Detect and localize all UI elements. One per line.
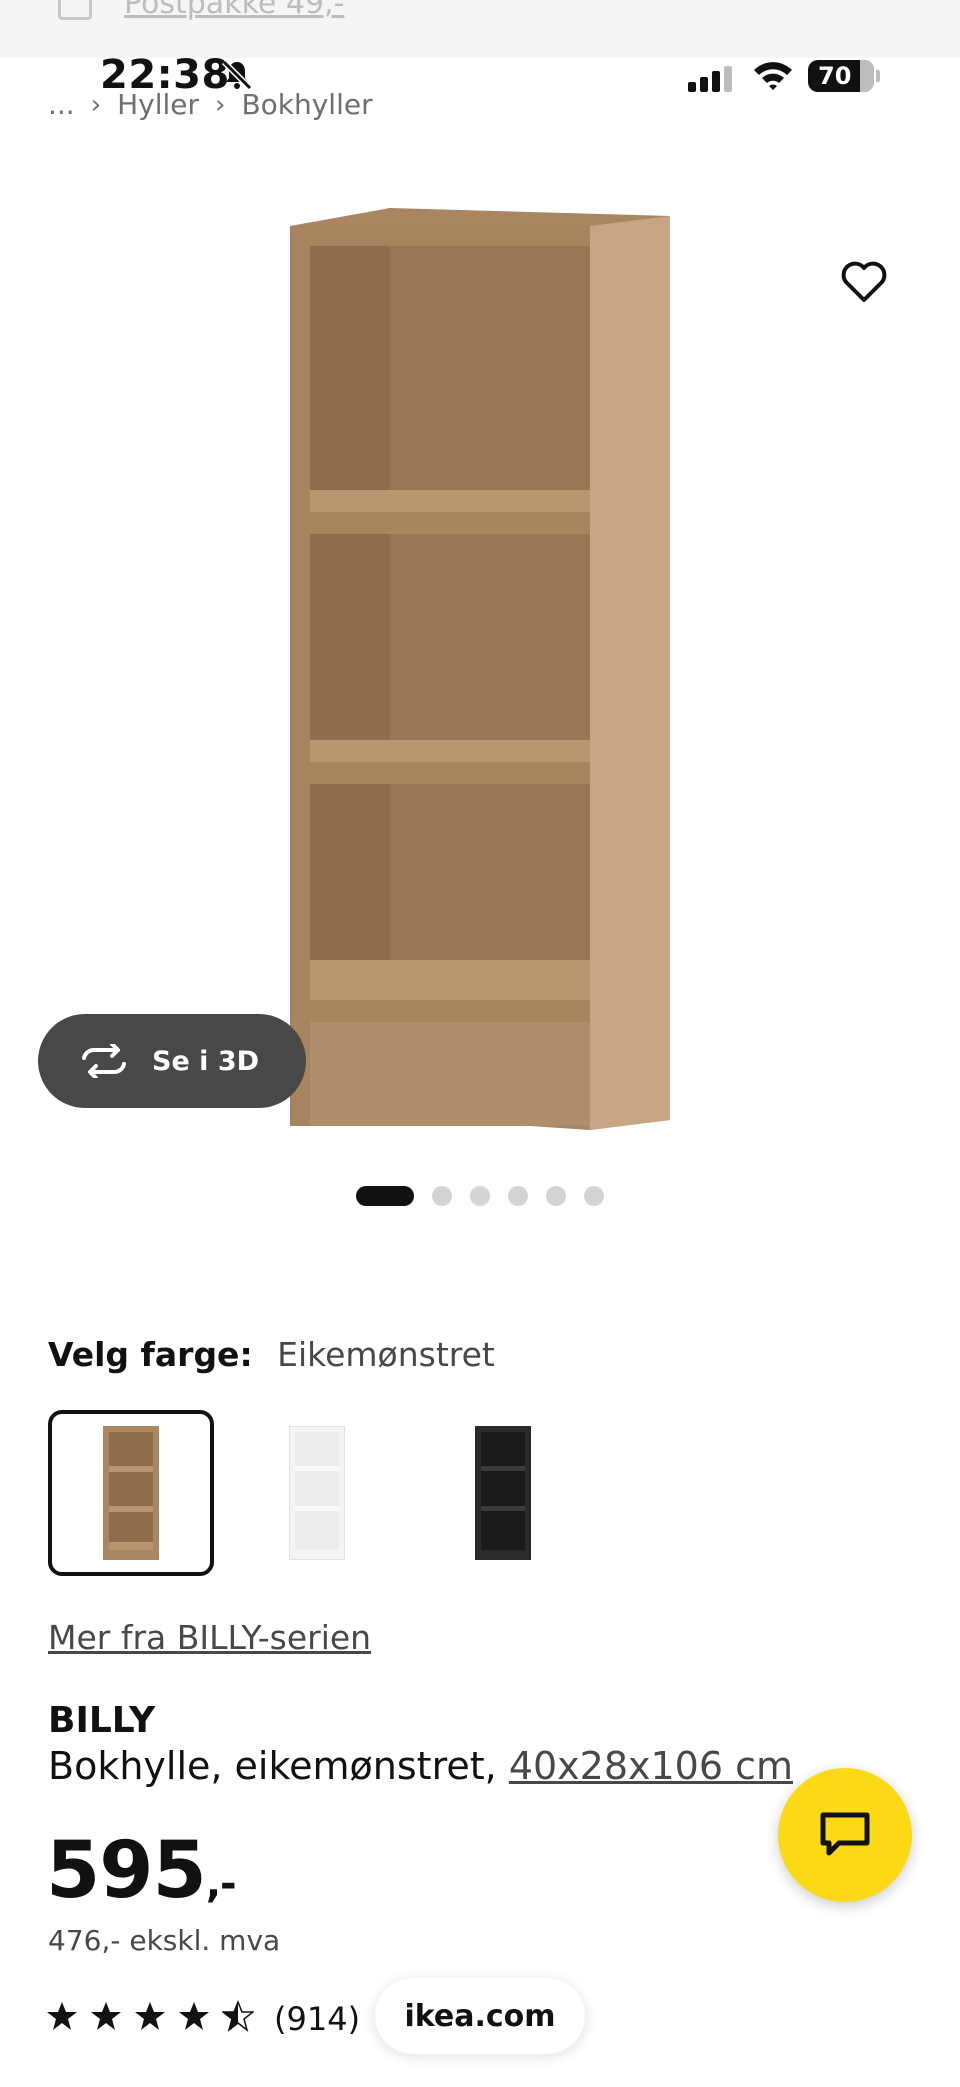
chat-bubble-icon: [820, 1812, 870, 1856]
product-description: Bokhylle, eikemønstret, 40x28x106 cm: [48, 1744, 793, 1788]
product-dimensions-link[interactable]: 40x28x106 cm: [509, 1744, 793, 1788]
white-bookcase-thumbnail: [289, 1426, 345, 1560]
url-domain: ikea.com: [404, 1998, 556, 2034]
product-price: 595,-: [46, 1826, 237, 1916]
color-swatch-oak[interactable]: [48, 1410, 214, 1576]
series-link[interactable]: Mer fra BILLY-serien: [48, 1618, 371, 1657]
pagination-dot[interactable]: [546, 1186, 566, 1206]
price-value: 595: [46, 1826, 207, 1916]
color-swatch-black[interactable]: [420, 1410, 586, 1576]
review-count[interactable]: (914): [274, 2000, 360, 2038]
chevron-right-icon: ›: [215, 89, 226, 120]
product-type: Bokhylle, eikemønstret,: [48, 1744, 497, 1788]
breadcrumb-ellipsis[interactable]: ...: [48, 88, 75, 121]
price-ex-vat: 476,- ekskl. mva: [48, 1924, 281, 1957]
image-pagination: [356, 1186, 604, 1206]
breadcrumb-item-hyller[interactable]: Hyller: [117, 88, 199, 121]
package-icon: [58, 0, 92, 20]
color-swatch-white[interactable]: [234, 1410, 400, 1576]
view-3d-button[interactable]: Se i 3D: [38, 1014, 306, 1108]
chat-button[interactable]: [778, 1768, 912, 1902]
favorite-heart-icon[interactable]: [838, 256, 890, 308]
breadcrumb: ... › Hyller › Bokhyller: [48, 88, 373, 121]
pagination-dot[interactable]: [432, 1186, 452, 1206]
oak-bookcase-thumbnail: [103, 1426, 159, 1560]
star-icon: [47, 2002, 77, 2030]
pagination-dot[interactable]: [356, 1186, 414, 1206]
delivery-banner-text[interactable]: Postpakke 49,-: [124, 0, 344, 21]
battery-level: 70: [818, 62, 852, 90]
product-image[interactable]: [280, 200, 700, 1140]
selected-color-name: Eikemønstret: [277, 1335, 495, 1374]
half-star-icon: [222, 2000, 254, 2032]
signal-icon: [688, 66, 732, 92]
pagination-dot[interactable]: [584, 1186, 604, 1206]
battery-indicator: 70: [808, 60, 880, 92]
rotate-3d-icon: [82, 1044, 126, 1078]
delivery-banner: Postpakke 49,-: [0, 0, 960, 58]
product-name: BILLY: [48, 1700, 156, 1741]
price-suffix: ,-: [205, 1861, 237, 1907]
breadcrumb-item-bokhyller[interactable]: Bokhyller: [241, 88, 372, 121]
pagination-dot[interactable]: [508, 1186, 528, 1206]
color-selector-heading: Velg farge: Eikemønstret: [48, 1335, 495, 1374]
wifi-icon: [754, 62, 792, 90]
black-bookcase-thumbnail: [475, 1426, 531, 1560]
star-icon: [179, 2002, 209, 2030]
star-icon: [91, 2002, 121, 2030]
star-icon: [135, 2002, 165, 2030]
color-label: Velg farge:: [48, 1335, 253, 1374]
view-3d-label: Se i 3D: [152, 1045, 260, 1077]
chevron-right-icon: ›: [90, 89, 102, 120]
pagination-dot[interactable]: [470, 1186, 490, 1206]
silent-bell-icon: [221, 59, 253, 91]
url-bar[interactable]: ikea.com: [375, 1978, 585, 2054]
rating-stars[interactable]: [46, 2000, 254, 2032]
